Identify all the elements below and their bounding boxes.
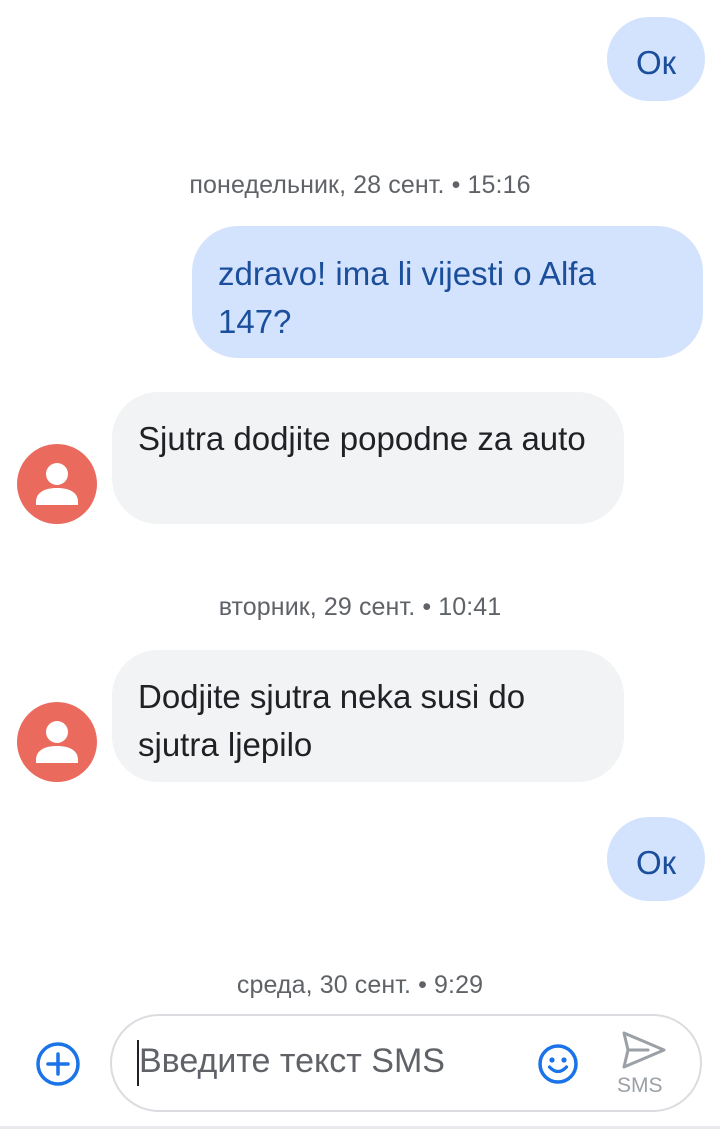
date-separator: понедельник, 28 сент. • 15:16 — [0, 171, 720, 200]
message-text: zdravo! ima li vijesti o Alfa 147? — [218, 255, 596, 340]
add-attachment-button[interactable] — [34, 1040, 82, 1088]
incoming-message[interactable]: Sjutra dodjite popodne za auto — [112, 392, 624, 524]
timestamp-text: понедельник, 28 сент. • 15:16 — [189, 171, 531, 199]
person-icon — [36, 721, 78, 763]
send-sms-label: SMS — [617, 1074, 663, 1097]
outgoing-message[interactable]: zdravo! ima li vijesti o Alfa 147? — [192, 226, 703, 358]
contact-avatar[interactable] — [17, 444, 97, 524]
date-separator: вторник, 29 сент. • 10:41 — [0, 593, 720, 622]
message-text: Dodjite sjutra neka susi do sjutra ljepi… — [138, 678, 526, 763]
contact-avatar[interactable] — [17, 702, 97, 782]
message-text: Sjutra dodjite popodne za auto — [138, 420, 586, 457]
incoming-message[interactable]: Dodjite sjutra neka susi do sjutra ljepi… — [112, 650, 624, 782]
emoji-icon — [538, 1044, 578, 1084]
outgoing-message[interactable]: Ок — [607, 17, 705, 101]
message-text: Ок — [635, 844, 677, 881]
timestamp-text: вторник, 29 сент. • 10:41 — [218, 593, 502, 621]
date-separator: среда, 30 сент. • 9:29 — [0, 971, 720, 1000]
person-icon — [36, 463, 78, 505]
message-input-placeholder: Введите текст SMS — [139, 1042, 445, 1080]
outgoing-message[interactable]: Ок — [607, 817, 705, 901]
emoji-button[interactable] — [536, 1042, 580, 1086]
timestamp-text: среда, 30 сент. • 9:29 — [236, 971, 484, 999]
send-icon — [622, 1031, 666, 1069]
add-attachment-icon — [36, 1042, 80, 1086]
message-text: Ок — [635, 44, 677, 81]
